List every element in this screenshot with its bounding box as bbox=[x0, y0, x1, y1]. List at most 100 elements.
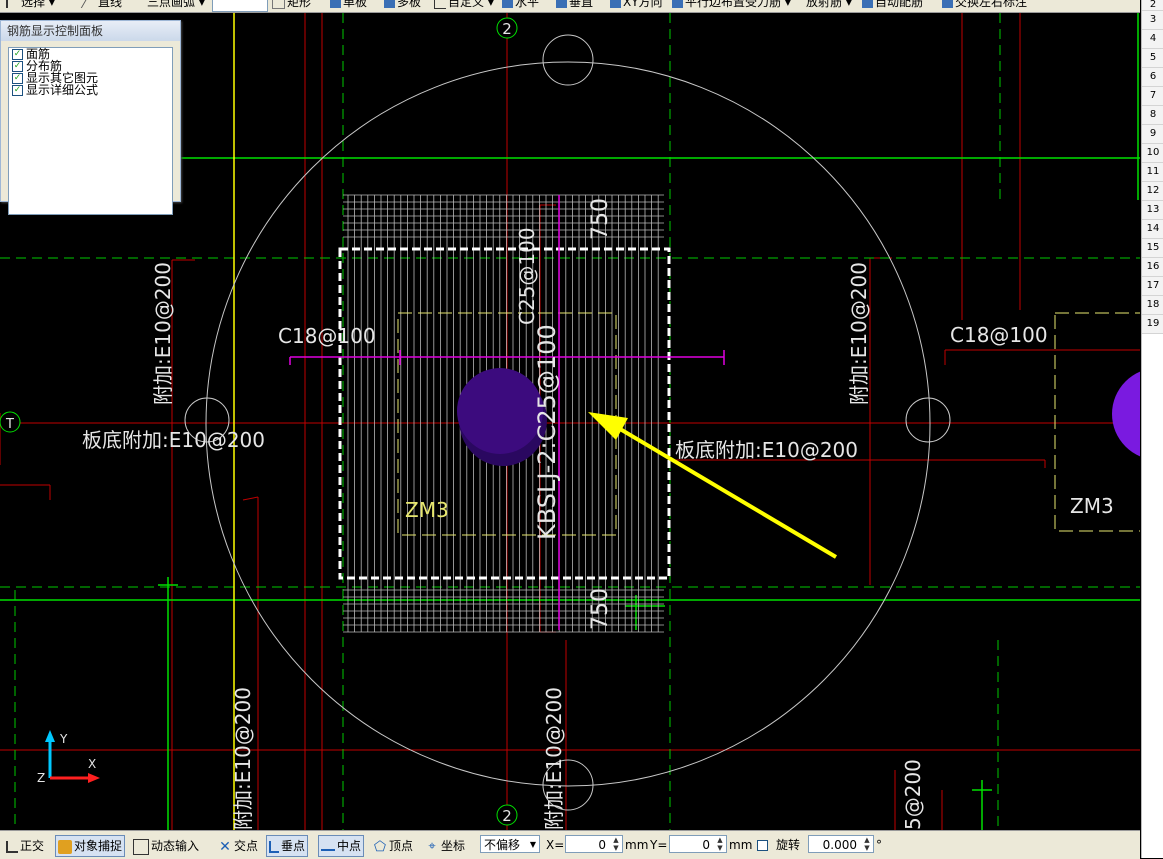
chevron-down-icon: ▼ bbox=[529, 840, 536, 849]
toolbar-combo[interactable] bbox=[212, 0, 268, 12]
boundary-circle bbox=[205, 61, 931, 787]
checkbox-checked-icon[interactable]: ✓ bbox=[12, 85, 23, 96]
dynamic-label: 动态输入 bbox=[151, 839, 200, 853]
coordinate-snap[interactable]: ⌖ 坐标 bbox=[422, 835, 468, 857]
label-kbslj: KBSLJ-2:C25@100 bbox=[533, 324, 561, 540]
ortho-label: 正交 bbox=[20, 839, 45, 853]
row-number: 2 bbox=[1142, 0, 1163, 11]
single-board-tool[interactable]: 单板 bbox=[330, 0, 367, 10]
checkbox-checked-icon[interactable]: ✓ bbox=[12, 49, 23, 60]
swap-label: 交换左右标注 bbox=[955, 0, 1028, 9]
ucs-x-arrow bbox=[88, 773, 100, 783]
row-number: 15 bbox=[1142, 239, 1163, 258]
label-fujia-left: 附加:E10@200 bbox=[151, 262, 175, 405]
spinner-icon[interactable]: ▲ ▼ bbox=[861, 836, 873, 852]
parallel-label: 平行边布置受力筋 bbox=[685, 0, 782, 9]
row-number: 9 bbox=[1142, 125, 1163, 144]
ucs-z-label: Z bbox=[37, 771, 45, 785]
auto-label: 自动配筋 bbox=[875, 0, 924, 9]
perpendicular-snap[interactable]: 垂点 bbox=[266, 835, 309, 857]
horizontal-tool[interactable]: 水平 bbox=[502, 0, 539, 10]
auto-tool[interactable]: 自动配筋 bbox=[862, 0, 923, 10]
rotate-input[interactable]: 0.000 ▲ ▼ bbox=[808, 835, 874, 853]
label-bandi-right: 板底附加:E10@200 bbox=[675, 438, 858, 462]
row-number-strip: 2 3 4 5 6 7 8 9 10 11 12 13 14 15 16 17 … bbox=[1141, 0, 1163, 858]
option-show-formula[interactable]: ✓ 显示详细公式 bbox=[9, 84, 172, 96]
rotate-label: 旋转 bbox=[776, 838, 801, 852]
row-number: 14 bbox=[1142, 220, 1163, 239]
ucs-icon: Y X Z bbox=[37, 730, 100, 785]
midpoint-snap[interactable]: 中点 bbox=[318, 835, 365, 857]
checkbox-checked-icon[interactable]: ✓ bbox=[12, 73, 23, 84]
vertical-tool[interactable]: 垂直 bbox=[556, 0, 593, 10]
snap-icon bbox=[58, 839, 72, 854]
intersection-label: 交点 bbox=[234, 839, 259, 853]
intersection-icon: ✕ bbox=[219, 838, 231, 855]
y-input[interactable]: 0 ▲ ▼ bbox=[669, 835, 727, 853]
offset-mode-value: 不偏移 bbox=[484, 838, 521, 852]
vertex-snap[interactable]: ⬠ 顶点 bbox=[370, 835, 416, 857]
x-label: X= bbox=[546, 838, 565, 852]
rect-tool[interactable]: 矩形 bbox=[272, 0, 311, 10]
spinner-icon[interactable]: ▲ ▼ bbox=[610, 836, 622, 852]
select-label: 选择 bbox=[21, 0, 46, 9]
custom-label: 自定义 bbox=[448, 0, 485, 9]
line-icon bbox=[80, 0, 100, 8]
select-tool[interactable]: 选择 ▾ bbox=[6, 0, 55, 10]
panel-title: 钢筋显示控制面板 bbox=[1, 21, 180, 41]
row-number: 10 bbox=[1142, 144, 1163, 163]
label-c25: C25@100 bbox=[515, 227, 539, 325]
xy-label: XY方向 bbox=[623, 0, 663, 9]
y-unit: mm bbox=[729, 838, 753, 852]
y-label: Y= bbox=[650, 838, 668, 852]
row-number: 18 bbox=[1142, 296, 1163, 315]
small-circle-right bbox=[905, 397, 951, 443]
custom-tool[interactable]: 自定义 ▾ bbox=[434, 0, 494, 10]
offset-mode-select[interactable]: 不偏移 ▼ bbox=[480, 835, 540, 853]
midpoint-icon bbox=[321, 842, 335, 851]
coordinate-icon: ⌖ bbox=[428, 838, 436, 854]
ortho-toggle[interactable]: 正交 bbox=[3, 835, 47, 857]
row-number: 7 bbox=[1142, 87, 1163, 106]
dynamic-input-toggle[interactable]: 动态输入 bbox=[130, 835, 202, 857]
option-label: 显示详细公式 bbox=[26, 83, 99, 97]
arc-tool[interactable]: 三点画弧 ▾ bbox=[134, 0, 205, 10]
custom-icon bbox=[434, 0, 446, 9]
row-number: 8 bbox=[1142, 106, 1163, 125]
axis-label-top: 2 bbox=[502, 20, 512, 38]
swap-tool[interactable]: 交换左右标注 bbox=[942, 0, 1027, 10]
vertical-icon bbox=[556, 0, 567, 8]
label-c18-right: C18@100 bbox=[950, 323, 1048, 347]
row-number: 17 bbox=[1142, 277, 1163, 296]
rect-label: 矩形 bbox=[287, 0, 312, 9]
rebar-display-panel: 钢筋显示控制面板 ✓ 面筋 ✓ 分布筋 ✓ 显示其它图元 ✓ 显示详细公式 bbox=[0, 20, 181, 215]
label-fujia-bottom-left: 附加:E10@200 bbox=[231, 687, 255, 830]
rotate-checkbox[interactable]: ✓ bbox=[757, 835, 771, 855]
checkbox-unchecked-icon[interactable]: ✓ bbox=[757, 840, 768, 851]
single-board-label: 单板 bbox=[343, 0, 368, 9]
xy-tool[interactable]: XY方向 bbox=[610, 0, 663, 10]
radial-tool[interactable]: 放射筋 ▾ bbox=[806, 0, 852, 10]
horizontal-icon bbox=[502, 0, 513, 8]
multi-board-icon bbox=[384, 0, 395, 8]
ortho-icon bbox=[6, 840, 18, 853]
intersection-snap[interactable]: ✕ 交点 bbox=[215, 835, 261, 857]
xy-icon bbox=[610, 0, 621, 8]
board-icon bbox=[330, 0, 341, 8]
multi-board-tool[interactable]: 多板 bbox=[384, 0, 421, 10]
parallel-tool[interactable]: 平行边布置受力筋 ▾ bbox=[672, 0, 791, 10]
vertical-label: 垂直 bbox=[569, 0, 594, 9]
label-fujia-right: 附加:E10@200 bbox=[847, 262, 871, 405]
ucs-x-label: X bbox=[88, 757, 96, 771]
x-input[interactable]: 0 ▲ ▼ bbox=[565, 835, 623, 853]
checkbox-checked-icon[interactable]: ✓ bbox=[12, 61, 23, 72]
row-number: 5 bbox=[1142, 49, 1163, 68]
object-snap-toggle[interactable]: 对象捕捉 bbox=[55, 835, 126, 857]
spinner-icon[interactable]: ▲ ▼ bbox=[714, 836, 726, 852]
snap-label: 对象捕捉 bbox=[74, 839, 123, 853]
parallel-icon bbox=[672, 0, 683, 8]
ucs-y-arrow bbox=[45, 730, 55, 742]
line-tool[interactable]: 直线 bbox=[80, 0, 122, 10]
x-unit: mm bbox=[625, 838, 649, 852]
rebar-hook-small bbox=[242, 496, 259, 501]
